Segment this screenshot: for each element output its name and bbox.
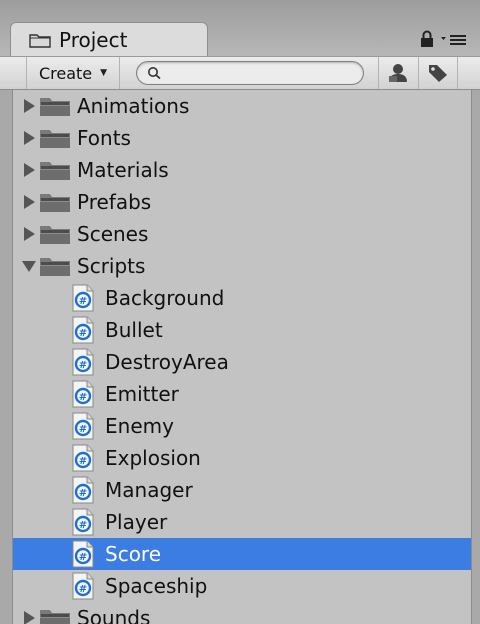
row-label: Scripts xyxy=(77,254,146,278)
folder-icon xyxy=(40,162,70,180)
triangle-right-icon[interactable] xyxy=(22,226,36,242)
fold-toggle[interactable] xyxy=(21,98,37,114)
svg-text:#: # xyxy=(79,552,87,563)
script-row[interactable]: # Spaceship xyxy=(13,570,471,602)
csharp-script-icon: # xyxy=(72,284,94,312)
create-button-label: Create xyxy=(38,63,93,83)
triangle-right-icon[interactable] xyxy=(22,162,36,178)
folder-icon xyxy=(29,33,51,48)
fold-toggle[interactable] xyxy=(21,226,37,242)
triangle-right-icon[interactable] xyxy=(22,98,36,114)
fold-toggle[interactable] xyxy=(21,194,37,210)
folder-row[interactable]: Scenes xyxy=(13,218,471,250)
svg-text:#: # xyxy=(79,328,87,339)
row-label: Explosion xyxy=(105,446,201,470)
row-label: Enemy xyxy=(105,414,174,438)
folder-icon xyxy=(40,226,70,244)
project-toolbar: Create ▼ xyxy=(0,56,480,90)
svg-text:#: # xyxy=(79,296,87,307)
window-left-edge xyxy=(0,56,12,624)
svg-text:#: # xyxy=(79,392,87,403)
script-row[interactable]: # Background xyxy=(13,282,471,314)
svg-text:#: # xyxy=(79,584,87,595)
filter-by-label-button[interactable] xyxy=(418,57,458,89)
folder-row[interactable]: Animations xyxy=(13,90,471,122)
row-label: Prefabs xyxy=(77,190,152,214)
csharp-script-icon: # xyxy=(72,508,94,536)
script-row[interactable]: # Emitter xyxy=(13,378,471,410)
row-label: Bullet xyxy=(105,318,163,342)
folder-row[interactable]: Fonts xyxy=(13,122,471,154)
script-row[interactable]: # Explosion xyxy=(13,442,471,474)
create-button[interactable]: Create ▼ xyxy=(26,57,120,89)
script-row[interactable]: # Bullet xyxy=(13,314,471,346)
window-right-edge xyxy=(472,90,480,624)
tab-strip: Project xyxy=(0,0,480,56)
fold-toggle[interactable] xyxy=(21,130,37,146)
csharp-script-icon: # xyxy=(72,412,94,440)
csharp-script-icon: # xyxy=(72,348,94,376)
tab-title: Project xyxy=(59,27,128,52)
svg-text:#: # xyxy=(79,456,87,467)
svg-text:#: # xyxy=(79,520,87,531)
triangle-right-icon[interactable] xyxy=(22,194,36,210)
row-label: Score xyxy=(105,542,162,566)
folder-icon xyxy=(40,130,70,148)
fold-toggle[interactable] xyxy=(21,610,37,624)
svg-text:#: # xyxy=(79,360,87,371)
csharp-script-icon: # xyxy=(72,572,94,600)
row-label: Fonts xyxy=(77,126,131,150)
row-label: Spaceship xyxy=(105,574,208,598)
csharp-script-icon: # xyxy=(72,444,94,472)
triangle-right-icon[interactable] xyxy=(22,130,36,146)
folder-row[interactable]: Scripts xyxy=(13,250,471,282)
csharp-script-icon: # xyxy=(72,540,94,568)
script-row[interactable]: # Enemy xyxy=(13,410,471,442)
row-label: Animations xyxy=(77,94,190,118)
menu-icon[interactable] xyxy=(440,31,468,47)
tag-icon xyxy=(429,65,447,82)
triangle-down-icon[interactable] xyxy=(21,259,37,273)
csharp-script-icon: # xyxy=(72,380,94,408)
folder-icon xyxy=(40,194,70,212)
fold-toggle[interactable] xyxy=(21,162,37,178)
csharp-script-icon: # xyxy=(72,476,94,504)
script-row[interactable]: # DestroyArea xyxy=(13,346,471,378)
row-label: Scenes xyxy=(77,222,149,246)
svg-text:#: # xyxy=(79,488,87,499)
row-label: DestroyArea xyxy=(105,350,229,374)
search-input[interactable] xyxy=(167,64,363,82)
filter-by-type-icon xyxy=(389,64,407,82)
filter-by-type-button[interactable] xyxy=(378,57,417,89)
folder-row[interactable]: Materials xyxy=(13,154,471,186)
folder-icon xyxy=(40,98,70,116)
script-row[interactable]: # Manager xyxy=(13,474,471,506)
tab-project[interactable]: Project xyxy=(10,22,208,56)
folder-row[interactable]: Sounds xyxy=(13,602,471,624)
svg-text:#: # xyxy=(79,424,87,435)
project-tree: Animations Fonts Materials Prefabs Scenes Scr… xyxy=(12,90,472,624)
folder-icon xyxy=(40,258,70,276)
triangle-right-icon[interactable] xyxy=(22,610,36,624)
chevron-down-icon: ▼ xyxy=(100,68,108,78)
row-label: Materials xyxy=(77,158,169,182)
row-label: Emitter xyxy=(105,382,179,406)
csharp-script-icon: # xyxy=(72,316,94,344)
search-icon xyxy=(148,67,161,80)
row-label: Background xyxy=(105,286,225,310)
lock-icon[interactable] xyxy=(420,30,434,48)
folder-row[interactable]: Prefabs xyxy=(13,186,471,218)
script-row[interactable]: # Score xyxy=(13,538,471,570)
row-label: Manager xyxy=(105,478,193,502)
fold-toggle[interactable] xyxy=(21,258,37,274)
folder-icon xyxy=(40,610,70,624)
search-box[interactable] xyxy=(136,61,364,85)
row-label: Player xyxy=(105,510,168,534)
tab-tools xyxy=(420,30,468,48)
row-label: Sounds xyxy=(77,606,151,624)
script-row[interactable]: # Player xyxy=(13,506,471,538)
